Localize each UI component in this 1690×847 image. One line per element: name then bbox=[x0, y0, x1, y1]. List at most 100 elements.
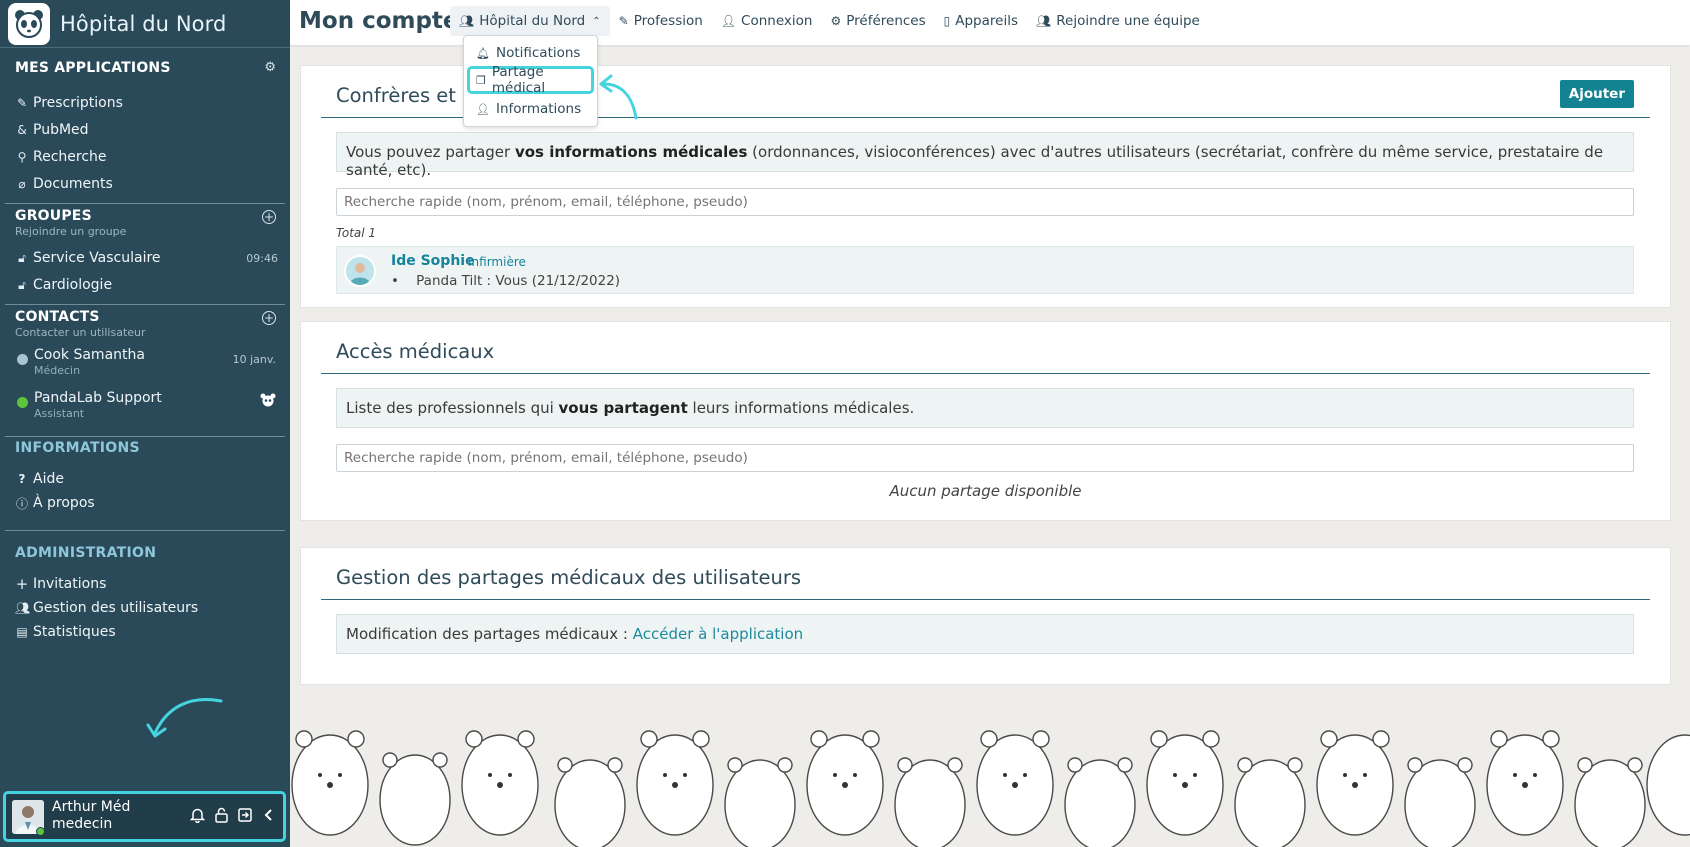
menu-item-label: Partage médical bbox=[491, 64, 546, 96]
sidebar-item-label: Service Vasculaire bbox=[33, 250, 161, 266]
avatar bbox=[344, 255, 376, 287]
status-dot bbox=[17, 397, 28, 408]
sidebar-item-aide[interactable]: ? Aide bbox=[15, 468, 278, 490]
stats-icon: ▤ bbox=[16, 625, 28, 639]
annotation-arrow-icon bbox=[146, 698, 223, 738]
join-group-link[interactable]: Rejoindre un groupe bbox=[15, 225, 276, 238]
lock-icon: 🔓︎ bbox=[18, 277, 26, 292]
share-detail-text: Panda Tilt : Vous (21/12/2022) bbox=[416, 273, 621, 289]
gear-icon[interactable]: ⚙ bbox=[264, 60, 276, 75]
sidebar-item-gestion-utilisateurs[interactable]: 👥︎ Gestion des utilisateurs bbox=[15, 597, 278, 619]
tab-label: Connexion bbox=[741, 13, 813, 29]
card-title: Accès médicaux bbox=[336, 340, 495, 363]
sidebar-item-a-propos[interactable]: ⓘ À propos bbox=[15, 492, 278, 514]
tab-profession[interactable]: ✎ Profession bbox=[610, 6, 712, 36]
lock-icon[interactable] bbox=[215, 807, 228, 827]
administration-section-title: ADMINISTRATION bbox=[15, 545, 157, 561]
annotation-arrow-icon bbox=[599, 74, 638, 120]
info-box: Liste des professionnels qui vous partag… bbox=[336, 388, 1634, 428]
paperclip-icon: ⌀ bbox=[18, 177, 26, 191]
sidebar-item-invitations[interactable]: + Invitations bbox=[15, 573, 278, 595]
menu-item-informations[interactable]: 👤︎ Informations bbox=[467, 97, 594, 121]
panda-icon bbox=[260, 393, 276, 410]
info-box: Vous pouvez partager vos informations mé… bbox=[336, 132, 1634, 179]
tab-hopital-du-nord[interactable]: 👥︎ Hôpital du Nord ⌃ bbox=[450, 6, 610, 36]
empty-state: Aucun partage disponible bbox=[889, 482, 1082, 500]
tab-label: Préférences bbox=[846, 13, 926, 29]
current-user-name: Arthur Méd medecin bbox=[52, 799, 130, 833]
divider bbox=[5, 304, 285, 305]
apps-section-header: MES APPLICATIONS ⚙ bbox=[15, 60, 276, 76]
sidebar-item-label: Cardiologie bbox=[33, 277, 113, 293]
copy-icon: ❐ bbox=[476, 73, 486, 87]
sidebar-item-recherche[interactable]: ⚲ Recherche bbox=[15, 146, 278, 168]
info-text: Liste des professionnels qui bbox=[346, 399, 559, 417]
menu-item-partage-medical[interactable]: ❐ Partage médical bbox=[467, 64, 594, 96]
sidebar-item-prescriptions[interactable]: ✎ Prescriptions bbox=[15, 92, 278, 114]
sidebar-item-documents[interactable]: ⌀ Documents bbox=[15, 173, 278, 195]
add-button[interactable]: Ajouter bbox=[1559, 80, 1634, 108]
contact-cook-samantha[interactable]: Cook Samantha Médecin 10 janv. bbox=[15, 347, 278, 379]
sidebar-item-label: Gestion des utilisateurs bbox=[33, 600, 199, 616]
user-name[interactable]: Ide Sophie bbox=[391, 253, 475, 269]
info-text: Modification des partages médicaux : bbox=[346, 625, 633, 643]
divider bbox=[5, 436, 285, 437]
info-icon: ⓘ bbox=[15, 496, 28, 511]
sidebar-item-label: Invitations bbox=[33, 576, 107, 592]
sidebar-item-cardiologie[interactable]: 🔓︎ Cardiologie bbox=[15, 274, 278, 296]
search-input[interactable] bbox=[336, 444, 1634, 472]
groups-section-header: GROUPES Rejoindre un groupe + bbox=[15, 208, 276, 238]
page-title: Mon compte bbox=[299, 8, 459, 34]
tab-label: Hôpital du Nord bbox=[479, 13, 586, 29]
contact-role: Médecin bbox=[34, 364, 81, 377]
timestamp: 09:46 bbox=[246, 251, 278, 265]
plus-icon: + bbox=[15, 575, 29, 593]
brand[interactable]: Hôpital du Nord bbox=[0, 0, 290, 48]
divider bbox=[321, 373, 1650, 374]
add-contact-icon[interactable]: + bbox=[262, 311, 276, 325]
contact-name: PandaLab Support bbox=[34, 390, 162, 406]
tab-preferences[interactable]: ⚙ Préférences bbox=[821, 6, 934, 36]
search-icon: ⚲ bbox=[17, 150, 27, 164]
sidebar-item-service-vasculaire[interactable]: 🔓︎ Service Vasculaire 09:46 bbox=[15, 247, 278, 269]
user-role-text: medecin bbox=[52, 816, 113, 832]
acces-medicaux-card: Accès médicaux Liste des professionnels … bbox=[300, 321, 1671, 521]
list-item[interactable]: Ide Sophie Infirmière • Panda Tilt : Vou… bbox=[336, 246, 1634, 294]
profession-icon: ✎ bbox=[618, 14, 629, 28]
bell-icon[interactable] bbox=[189, 807, 206, 827]
add-group-icon[interactable]: + bbox=[262, 210, 276, 224]
tab-connexion[interactable]: 👤︎ Connexion bbox=[712, 6, 822, 36]
tab-label: Profession bbox=[633, 13, 703, 29]
top-nav: 👥︎ Hôpital du Nord ⌃ ✎ Profession 👤︎ Con… bbox=[450, 5, 1209, 37]
tab-rejoindre-equipe[interactable]: 👥︎ Rejoindre une équipe bbox=[1027, 6, 1209, 36]
sidebar: Hôpital du Nord MES APPLICATIONS ⚙ ✎ Pre… bbox=[0, 0, 290, 847]
current-user-bar[interactable]: Arthur Méd medecin bbox=[3, 791, 286, 842]
app-link[interactable]: Accéder à l'application bbox=[633, 625, 803, 643]
question-icon: ? bbox=[18, 472, 26, 486]
menu-item-label: Notifications bbox=[495, 45, 581, 61]
team-icon: 👥︎ bbox=[1036, 14, 1052, 28]
prescription-icon: ✎ bbox=[16, 96, 28, 110]
gestion-partages-card: Gestion des partages médicaux des utilis… bbox=[300, 547, 1671, 685]
contacts-section-title: CONTACTS bbox=[15, 309, 100, 325]
search-input[interactable] bbox=[336, 188, 1634, 216]
tab-appareils[interactable]: ▯ Appareils bbox=[935, 6, 1027, 36]
tab-label: Appareils bbox=[955, 13, 1018, 29]
user-icon: 👤︎ bbox=[720, 14, 737, 28]
gear-icon: ⚙ bbox=[830, 14, 842, 28]
logout-icon[interactable] bbox=[238, 807, 253, 827]
share-detail: • Panda Tilt : Vous (21/12/2022) bbox=[391, 273, 621, 289]
menu-item-label: Informations bbox=[495, 101, 582, 117]
informations-section-title: INFORMATIONS bbox=[15, 440, 140, 456]
menu-item-notifications[interactable]: 🔔︎ Notifications bbox=[467, 41, 594, 65]
sidebar-item-label: Prescriptions bbox=[33, 95, 123, 111]
sidebar-item-pubmed[interactable]: & PubMed bbox=[15, 119, 278, 141]
lock-icon: 🔓︎ bbox=[18, 250, 26, 265]
collapse-sidebar-icon[interactable] bbox=[263, 807, 273, 827]
contact-user-link[interactable]: Contacter un utilisateur bbox=[15, 326, 276, 339]
sidebar-item-statistiques[interactable]: ▤ Statistiques bbox=[15, 621, 278, 643]
contact-pandalab-support[interactable]: PandaLab Support Assistant bbox=[15, 390, 278, 422]
divider bbox=[5, 203, 285, 204]
contact-role: Assistant bbox=[34, 407, 85, 420]
brand-title: Hôpital du Nord bbox=[60, 11, 227, 36]
